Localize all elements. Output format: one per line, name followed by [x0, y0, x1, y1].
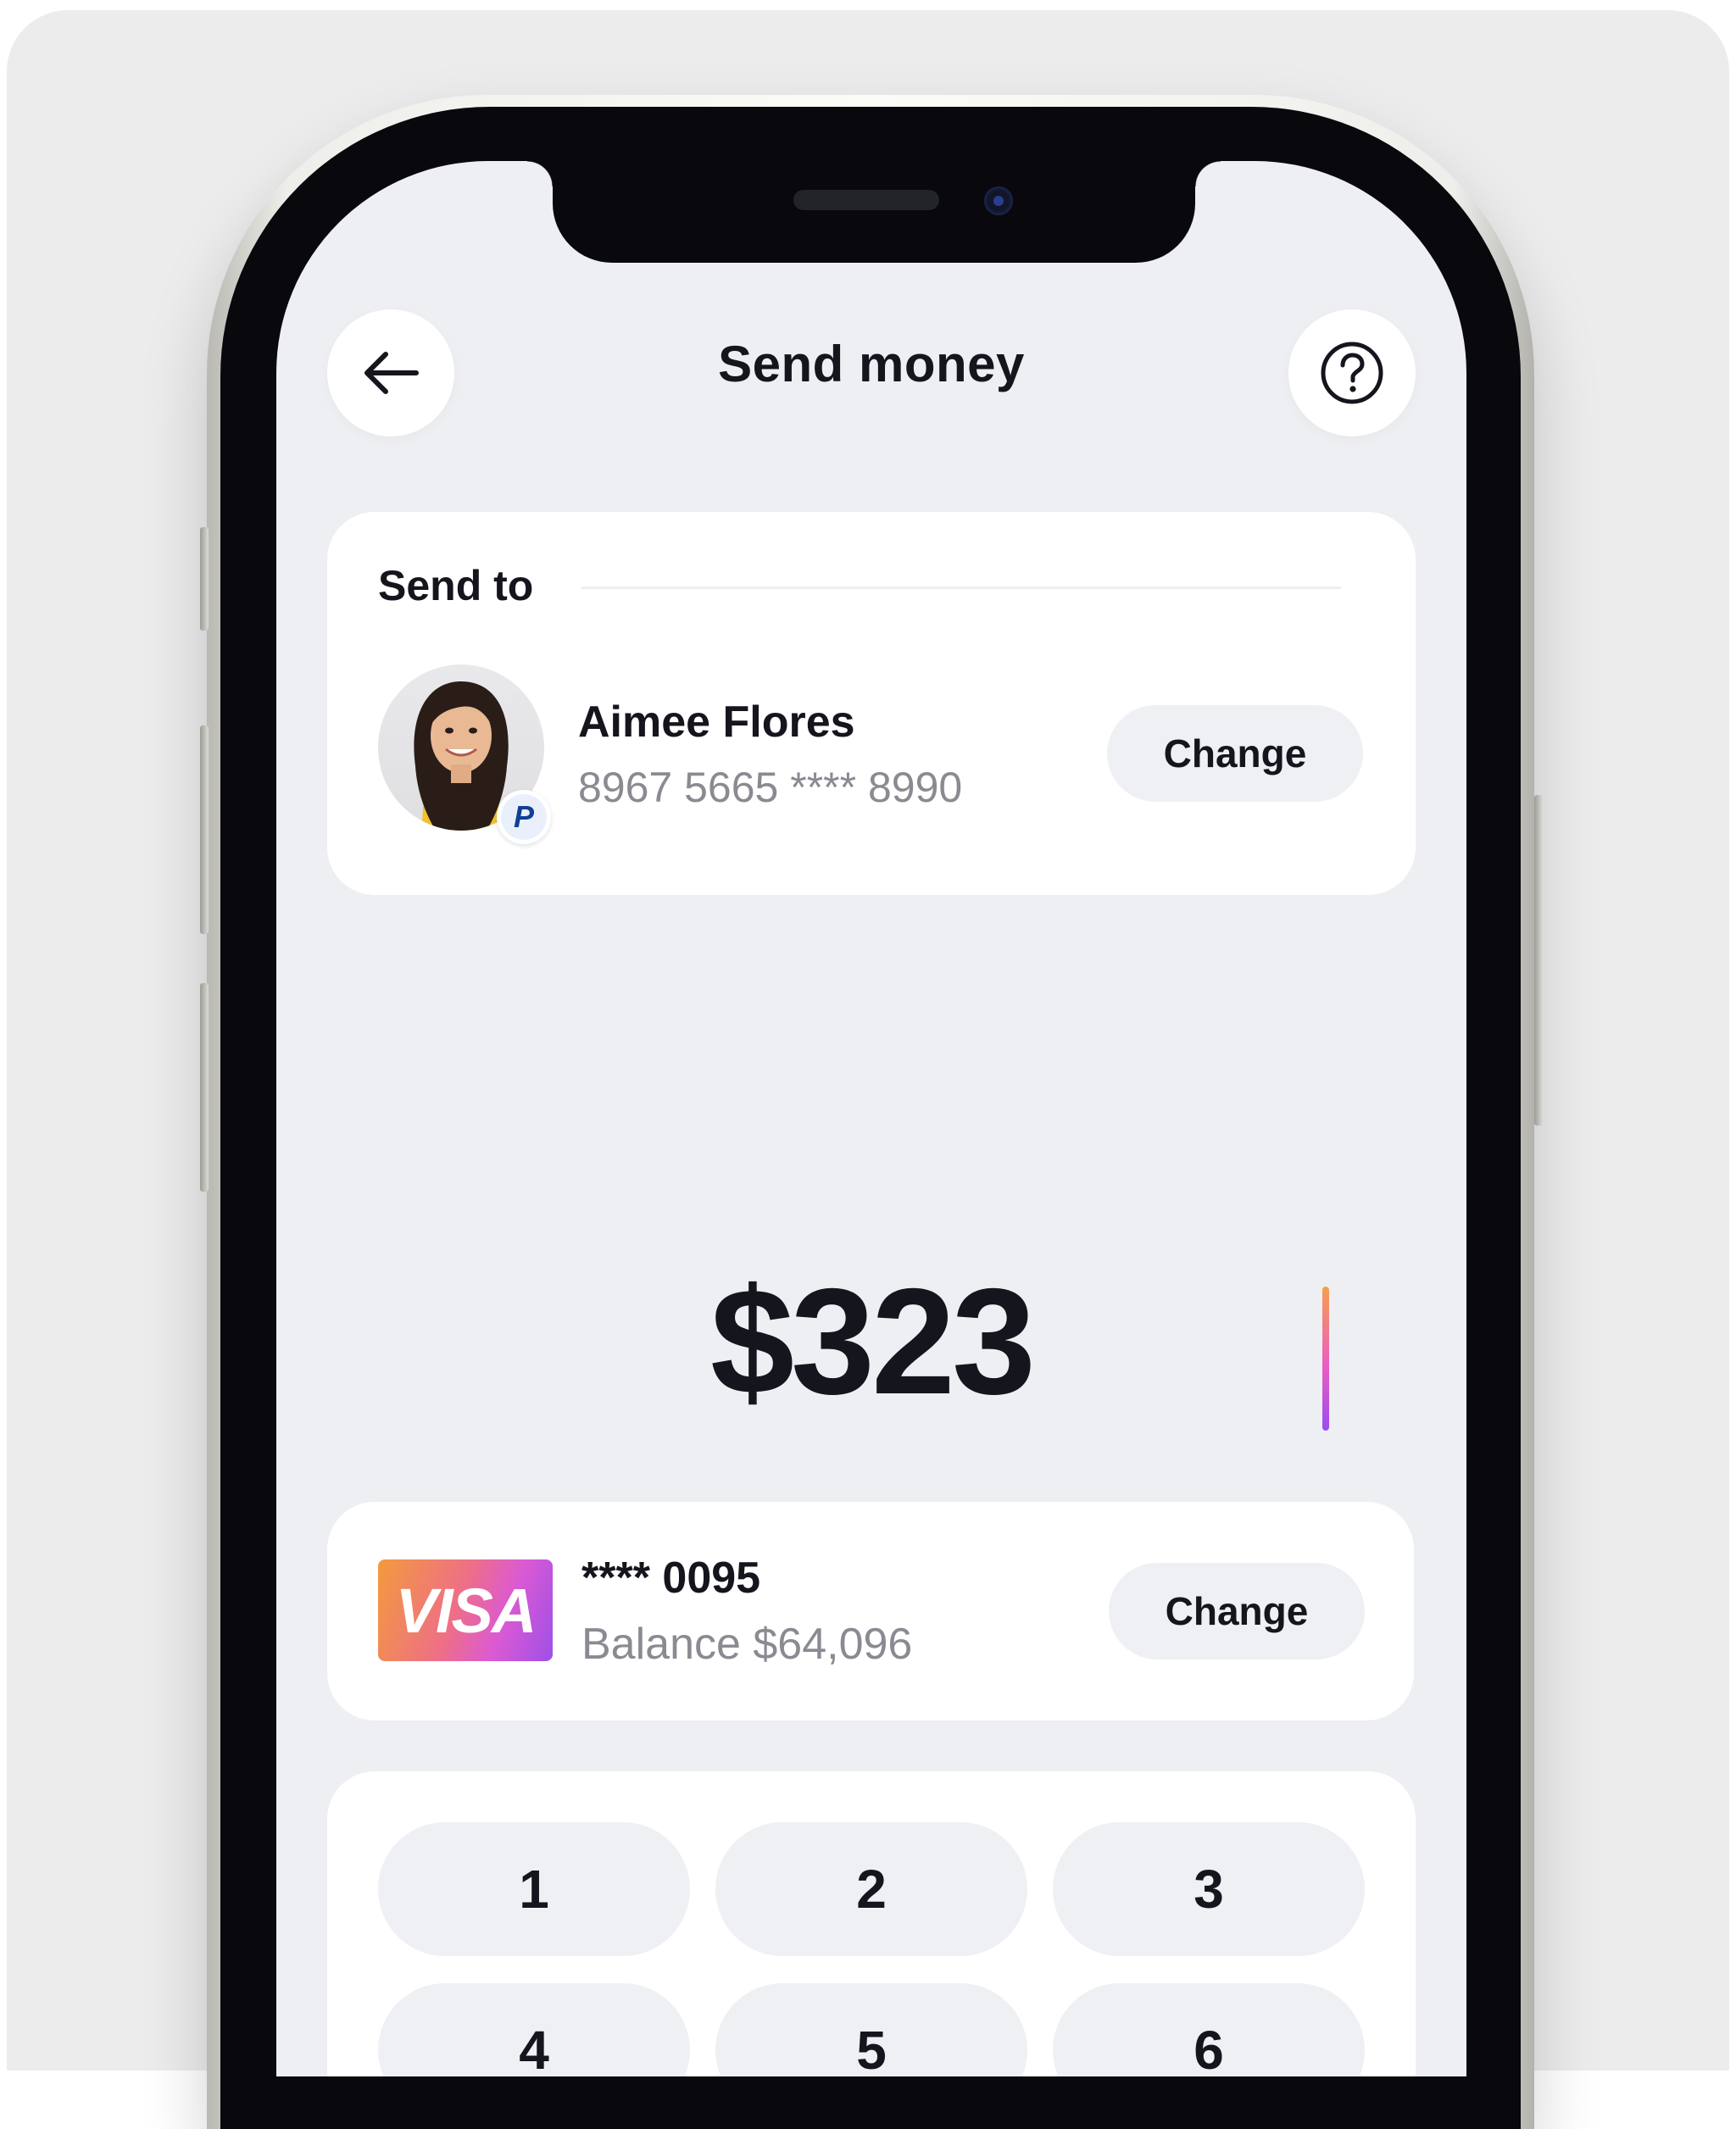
- keypad-key-2[interactable]: 2: [715, 1822, 1027, 1956]
- volume-up-button: [200, 725, 209, 934]
- front-camera: [984, 186, 1013, 215]
- volume-down-button: [200, 983, 209, 1192]
- divider-line: [581, 586, 1341, 589]
- card-masked-number: **** 0095: [581, 1554, 761, 1603]
- app-screen: Send money Send to P Aimee Flores 8967 5…: [276, 161, 1466, 2076]
- help-circle-icon: [1321, 342, 1383, 404]
- help-button[interactable]: [1288, 309, 1416, 436]
- amount-display[interactable]: $323: [276, 1254, 1466, 1428]
- change-card-button[interactable]: Change: [1109, 1563, 1365, 1659]
- notch: [527, 161, 1221, 263]
- recipient-account-number: 8967 5665 **** 8990: [578, 764, 963, 811]
- keypad-key-5[interactable]: 5: [715, 1983, 1027, 2076]
- page-title: Send money: [718, 336, 1025, 392]
- recipient-card: Send to P Aimee Flores 8967 5665 **** 89…: [327, 512, 1416, 895]
- card-balance: Balance $64,096: [581, 1620, 913, 1669]
- text-cursor: [1322, 1287, 1329, 1431]
- recipient-name: Aimee Flores: [578, 698, 855, 747]
- keypad-key-1[interactable]: 1: [378, 1822, 690, 1956]
- visa-logo: VISA: [378, 1559, 553, 1661]
- paypal-badge-letter: P: [501, 794, 547, 840]
- keypad-key-6[interactable]: 6: [1053, 1983, 1365, 2076]
- paypal-icon: P: [497, 790, 551, 844]
- mute-switch: [200, 527, 209, 631]
- keypad-key-3[interactable]: 3: [1053, 1822, 1365, 1956]
- keypad-panel: 1 2 3 4 5 6: [327, 1771, 1416, 2076]
- keypad-key-4[interactable]: 4: [378, 1983, 690, 2076]
- change-recipient-button[interactable]: Change: [1107, 705, 1363, 802]
- earpiece-speaker: [793, 190, 939, 210]
- source-card: VISA **** 0095 Balance $64,096 Change: [327, 1502, 1414, 1720]
- send-to-label: Send to: [378, 562, 534, 609]
- power-button: [1534, 795, 1543, 1126]
